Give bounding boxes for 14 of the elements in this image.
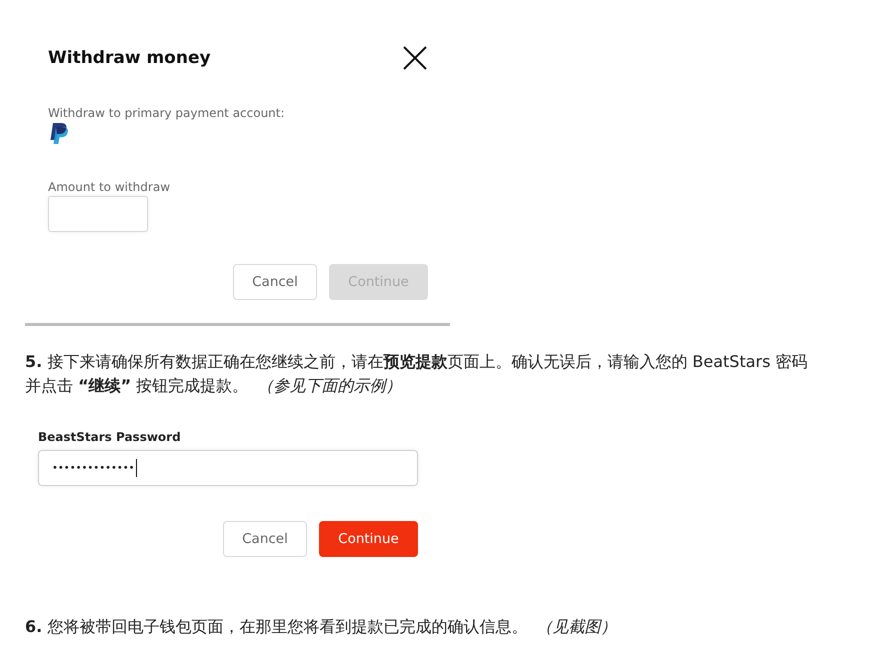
password-label: BeastStars Password	[38, 429, 181, 445]
amount-input-field[interactable]	[48, 196, 148, 232]
text-cursor-icon	[136, 459, 137, 477]
password-field[interactable]: ••••••••••••••	[38, 450, 418, 486]
close-icon[interactable]	[403, 46, 427, 70]
amount-label: Amount to withdraw	[48, 179, 170, 195]
dialog-title: Withdraw money	[48, 47, 211, 70]
cancel-button[interactable]: Cancel	[233, 264, 317, 300]
step-text: 5. 接下来请确保所有数据正确在您继续之前，请在预览提款页面上。确认无误后，请输入您的 BeatStars 密码并点击 “继续” 按钮完成提款。 （参见下面的示例）	[25, 351, 809, 397]
step-text: 6. 您将被带回电子钱包页面，在那里您将看到提款已完成的确认信息。 （见截图）	[25, 616, 616, 638]
account-label: Withdraw to primary payment account:	[48, 105, 285, 121]
paypal-logo-icon	[50, 123, 68, 144]
continue-button[interactable]: Continue	[319, 521, 418, 557]
cancel-button[interactable]: Cancel	[223, 521, 307, 557]
